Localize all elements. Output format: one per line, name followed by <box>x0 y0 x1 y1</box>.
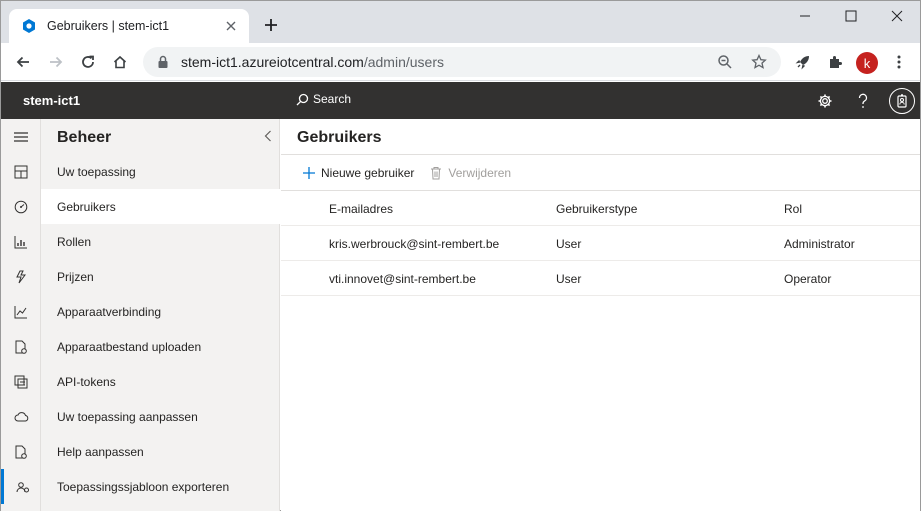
column-header-role[interactable]: Rol <box>784 202 802 216</box>
extensions-puzzle-icon[interactable] <box>823 50 847 74</box>
delete-button[interactable]: Verwijderen <box>428 165 511 181</box>
jobs-icon[interactable] <box>1 329 41 364</box>
admin-subnav: Beheer Uw toepassing Gebruikers Rollen P… <box>41 119 280 511</box>
subnav-item-gebruikers[interactable]: Gebruikers <box>41 189 280 224</box>
subnav-item-label: Uw toepassing aanpassen <box>57 409 198 424</box>
subnav-item-apparaatverbinding[interactable]: Apparaatverbinding <box>41 294 280 329</box>
minimize-icon[interactable] <box>782 1 828 31</box>
templates-icon[interactable] <box>1 364 41 399</box>
rocket-extension-icon[interactable] <box>791 50 815 74</box>
subnav-item-label: Uw toepassing <box>57 164 136 179</box>
page-title: Gebruikers <box>297 129 382 146</box>
cell-usertype: User <box>556 237 582 251</box>
rules-icon[interactable] <box>1 259 41 294</box>
cell-role: Administrator <box>784 237 855 251</box>
lock-icon[interactable] <box>155 54 171 70</box>
subnav-item-label: Gebruikers <box>57 199 116 214</box>
left-rail <box>1 119 41 511</box>
admin-icon[interactable] <box>1 469 41 504</box>
browser-menu-icon[interactable] <box>887 50 911 74</box>
url-text: stem-ict1.azureiotcentral.com/admin/user… <box>181 54 701 70</box>
account-badge-icon[interactable] <box>889 88 915 114</box>
subnav-item-api-tokens[interactable]: API-tokens <box>41 364 280 399</box>
subnav-item-rollen[interactable]: Rollen <box>41 224 280 259</box>
devices-icon[interactable] <box>1 224 41 259</box>
search-label: Search <box>313 92 352 106</box>
command-bar: Nieuwe gebruiker Verwijderen <box>301 163 525 183</box>
url-path: /admin/users <box>363 54 444 70</box>
collapse-chevron-left-icon[interactable] <box>261 128 275 144</box>
profile-avatar[interactable]: k <box>856 52 878 74</box>
delete-label: Verwijderen <box>448 166 512 180</box>
home-icon[interactable] <box>108 50 132 74</box>
maximize-icon[interactable] <box>828 1 874 31</box>
new-tab-icon[interactable] <box>261 15 281 35</box>
subnav-item-label: API-tokens <box>57 374 116 389</box>
bookmark-star-icon[interactable] <box>749 52 769 72</box>
table-header-row: E-mailadres Gebruikerstype Rol <box>281 191 920 226</box>
gauge-icon[interactable] <box>1 189 41 224</box>
browser-toolbar: stem-ict1.azureiotcentral.com/admin/user… <box>1 43 920 81</box>
subnav-title: Beheer <box>57 129 112 146</box>
files-icon[interactable] <box>1 434 41 469</box>
forward-icon[interactable] <box>44 50 68 74</box>
table-row[interactable]: kris.werbrouck@sint-rembert.be User Admi… <box>281 226 920 261</box>
browser-tabstrip: Gebruikers | stem-ict1 <box>1 1 920 43</box>
main-content: Gebruikers Nieuwe gebruiker Verwijderen … <box>281 119 920 511</box>
trash-icon <box>428 165 444 181</box>
subnav-item-apparaatbestand-uploaden[interactable]: Apparaatbestand uploaden <box>41 329 280 364</box>
url-host: stem-ict1.azureiotcentral.com <box>181 54 364 70</box>
subnav-item-uw-toepassing[interactable]: Uw toepassing <box>41 154 280 189</box>
title-divider <box>281 154 920 155</box>
reload-icon[interactable] <box>76 50 100 74</box>
cell-email: kris.werbrouck@sint-rembert.be <box>329 237 500 251</box>
subnav-item-sjabloon-exporteren[interactable]: Toepassingssjabloon exporteren <box>41 469 280 504</box>
tab-title: Gebruikers | stem-ict1 <box>47 19 170 33</box>
search-icon <box>295 92 309 106</box>
hamburger-icon[interactable] <box>1 119 41 154</box>
subnav-item-label: Apparaatverbinding <box>57 304 162 319</box>
subnav-item-prijzen[interactable]: Prijzen <box>41 259 280 294</box>
column-header-usertype[interactable]: Gebruikerstype <box>556 202 637 216</box>
analytics-icon[interactable] <box>1 294 41 329</box>
subnav-item-label: Prijzen <box>57 269 94 284</box>
app-header: stem-ict1 Search <box>1 82 920 119</box>
back-icon[interactable] <box>11 50 35 74</box>
add-icon <box>301 165 317 181</box>
cell-email: vti.innovet@sint-rembert.be <box>329 272 476 286</box>
new-user-label: Nieuwe gebruiker <box>321 166 415 180</box>
browser-tab[interactable]: Gebruikers | stem-ict1 <box>9 9 249 43</box>
cell-usertype: User <box>556 272 582 286</box>
subnav-item-label: Toepassingssjabloon exporteren <box>57 479 230 494</box>
iot-central-favicon-icon <box>21 18 37 34</box>
subnav-item-label: Help aanpassen <box>57 444 144 459</box>
subnav-item-help-aanpassen[interactable]: Help aanpassen <box>41 434 280 469</box>
subnav-item-toepassing-aanpassen[interactable]: Uw toepassing aanpassen <box>41 399 280 434</box>
subnav-item-label: Apparaatbestand uploaden <box>57 339 202 354</box>
app-name[interactable]: stem-ict1 <box>23 93 80 108</box>
users-table: E-mailadres Gebruikerstype Rol kris.werb… <box>281 191 920 296</box>
subnav-item-label: Rollen <box>57 234 92 249</box>
zoom-icon[interactable] <box>715 52 735 72</box>
settings-gear-icon[interactable] <box>814 90 836 112</box>
tab-close-icon[interactable] <box>223 18 239 34</box>
table-row[interactable]: vti.innovet@sint-rembert.be User Operato… <box>281 261 920 296</box>
address-bar[interactable]: stem-ict1.azureiotcentral.com/admin/user… <box>143 47 781 77</box>
column-header-email[interactable]: E-mailadres <box>329 202 393 216</box>
cell-role: Operator <box>784 272 832 286</box>
window-close-icon[interactable] <box>874 1 920 31</box>
help-question-icon[interactable] <box>852 90 874 112</box>
data-export-icon[interactable] <box>1 399 41 434</box>
new-user-button[interactable]: Nieuwe gebruiker <box>301 165 414 181</box>
dashboard-icon[interactable] <box>1 154 41 189</box>
search-box[interactable]: Search <box>295 92 351 106</box>
